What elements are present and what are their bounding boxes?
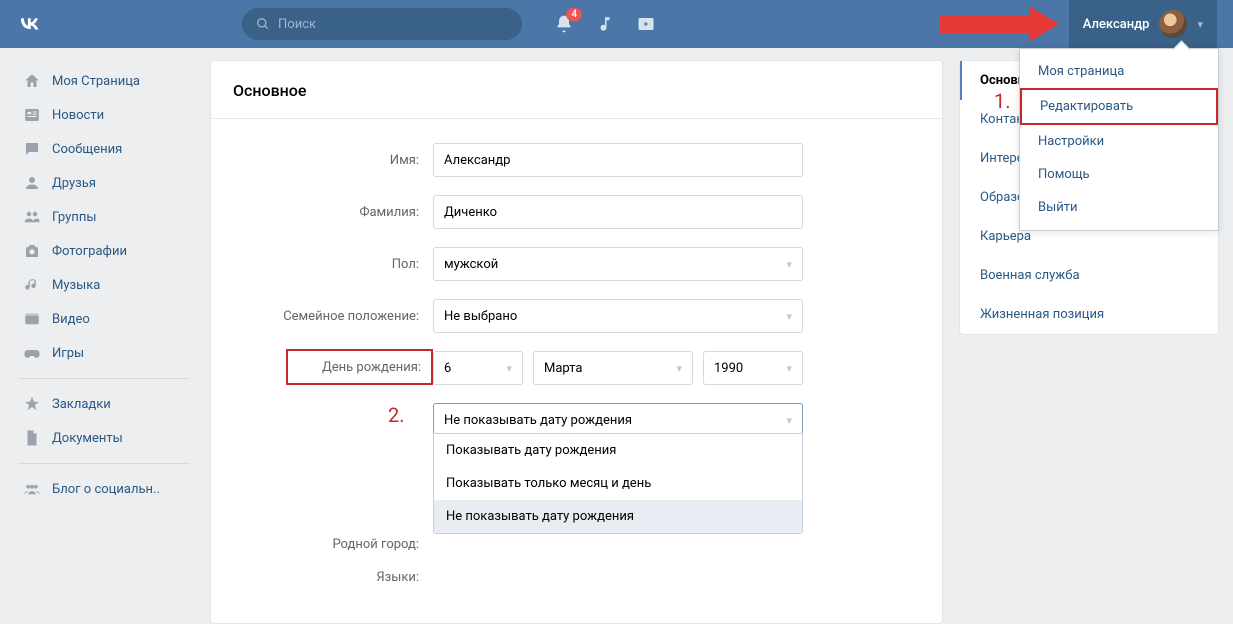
sidebar-item-label: Моя Страница [52,74,140,89]
people-icon [22,479,42,499]
annotation-marker-1: 1. [994,89,1011,113]
select-bd-month[interactable]: Марта ▾ [533,351,693,385]
header-icons: 4 [554,14,656,34]
chevron-down-icon: ▾ [786,414,792,427]
sidebar-item-bookmarks[interactable]: Закладки [14,387,194,421]
sidebar-item-groups[interactable]: Группы [14,200,194,234]
sidebar-item-photos[interactable]: Фотографии [14,234,194,268]
search-input[interactable] [278,17,508,32]
menu-edit[interactable]: Редактировать [1020,88,1218,125]
label-hometown: Родной город: [233,537,433,552]
news-icon [22,105,42,125]
sidebar-item-video[interactable]: Видео [14,302,194,336]
sidebar-item-label: Сообщения [52,142,122,157]
doc-icon [22,428,42,448]
sidebar-item-documents[interactable]: Документы [14,421,194,455]
select-value: Марта [544,361,582,376]
friends-icon [22,173,42,193]
profile-menu-trigger[interactable]: Александр ▾ [1069,0,1217,48]
camera-icon [22,241,42,261]
sidebar-item-label: Видео [52,312,90,327]
chevron-down-icon: ▾ [786,258,792,271]
select-value: Не показывать дату рождения [444,413,632,428]
left-sidebar: Моя Страница Новости Сообщения Друзья Гр… [14,60,194,624]
visibility-option[interactable]: Показывать дату рождения [434,434,802,467]
label-gender: Пол: [233,257,433,272]
sidebar-item-news[interactable]: Новости [14,98,194,132]
sidebar-item-music[interactable]: Музыка [14,268,194,302]
sidebar-item-label: Музыка [52,278,100,293]
sidebar-separator [18,463,190,464]
avatar [1159,10,1187,38]
label-marital: Семейное положение: [233,309,433,324]
select-value: Не выбрано [444,309,517,324]
edit-profile-card: Основное Имя: Фамилия: Пол: мужской ▾ Сем… [210,60,943,624]
label-name: Имя: [233,153,433,168]
tab-life-position[interactable]: Жизненная позиция [960,295,1218,334]
label-surname: Фамилия: [233,205,433,220]
select-bd-year[interactable]: 1990 ▾ [703,351,803,385]
music-icon [22,275,42,295]
chat-icon [22,139,42,159]
sidebar-item-label: Блог о социальн.. [52,482,160,497]
sidebar-item-label: Закладки [52,397,111,412]
select-gender[interactable]: мужской ▾ [433,247,803,281]
chevron-down-icon: ▾ [786,310,792,323]
sidebar-item-label: Друзья [52,176,96,191]
sidebar-item-label: Фотографии [52,244,127,259]
video-icon [22,309,42,329]
chevron-down-icon: ▾ [786,362,792,375]
profile-name-label: Александр [1083,17,1150,32]
sidebar-item-label: Группы [52,210,96,225]
select-marital[interactable]: Не выбрано ▾ [433,299,803,333]
label-languages: Языки: [233,570,433,585]
visibility-dropdown: Показывать дату рождения Показывать толь… [433,433,803,534]
select-bd-day[interactable]: 6▾ [433,351,523,385]
input-surname[interactable] [433,195,803,229]
star-icon [22,394,42,414]
visibility-option[interactable]: Не показывать дату рождения [434,500,802,533]
sidebar-item-blog[interactable]: Блог о социальн.. [14,472,194,506]
music-player-icon[interactable] [596,15,614,33]
card-title: Основное [211,61,942,119]
sidebar-item-games[interactable]: Игры [14,336,194,370]
search-box[interactable] [242,8,522,40]
games-icon [22,343,42,363]
select-value: 6 [444,361,451,376]
chevron-down-icon: ▾ [676,362,682,375]
annotation-marker-2: 2. [388,403,405,427]
groups-icon [22,207,42,227]
visibility-option[interactable]: Показывать только месяц и день [434,467,802,500]
select-value: мужской [444,257,498,272]
app-header: 4 Александр ▾ [0,0,1233,48]
notifications-icon[interactable]: 4 [554,14,574,34]
sidebar-item-my-page[interactable]: Моя Страница [14,64,194,98]
chevron-down-icon: ▾ [1197,18,1203,31]
sidebar-item-label: Документы [52,431,123,446]
input-name[interactable] [433,143,803,177]
sidebar-item-label: Игры [52,346,84,361]
notification-badge: 4 [566,8,582,21]
search-icon [256,17,270,31]
sidebar-item-friends[interactable]: Друзья [14,166,194,200]
chevron-down-icon: ▾ [506,362,512,375]
profile-dropdown: 1. Моя страница Редактировать Настройки … [1019,48,1219,231]
menu-logout[interactable]: Выйти [1020,191,1218,224]
menu-help[interactable]: Помощь [1020,158,1218,191]
home-icon [22,71,42,91]
sidebar-item-label: Новости [52,108,104,123]
sidebar-item-messages[interactable]: Сообщения [14,132,194,166]
annotation-arrow [939,6,1059,42]
select-bd-visibility[interactable]: Не показывать дату рождения ▾ [433,403,803,437]
vk-logo[interactable] [16,9,42,39]
menu-settings[interactable]: Настройки [1020,125,1218,158]
play-icon[interactable] [636,15,656,33]
menu-my-page[interactable]: Моя страница [1020,55,1218,88]
annotation-box-birthday: День рождения: [286,349,433,385]
select-value: 1990 [714,361,743,376]
sidebar-separator [18,378,190,379]
tab-military[interactable]: Военная служба [960,256,1218,295]
